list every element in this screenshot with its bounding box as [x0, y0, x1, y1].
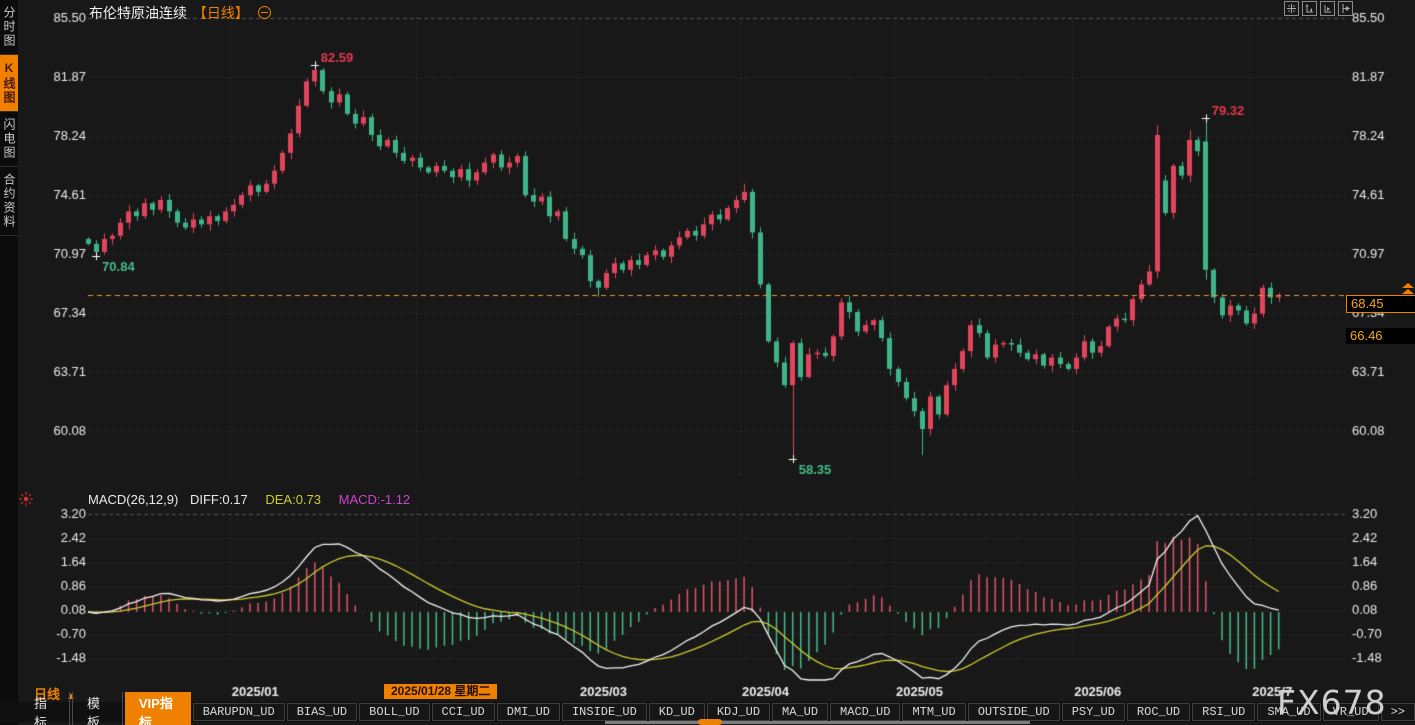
collapse-panel-icon[interactable]	[258, 6, 271, 19]
indicator-button-psy_ud[interactable]: PSY_UD	[1062, 703, 1125, 721]
sidebar-tab-contract-info[interactable]: 合约资料	[0, 167, 18, 236]
indicator-button-list: BARUPDN_UDBIAS_UDBOLL_UDCCI_UDDMI_UDINSI…	[193, 703, 1379, 721]
chart-canvas[interactable]	[0, 0, 1415, 701]
indicator-button-ma_ud[interactable]: MA_UD	[772, 703, 828, 721]
scale-x-axis-icon[interactable]	[1320, 1, 1335, 16]
chart-type-sidebar: 分时图 K线图 闪电图 合约资料	[0, 0, 18, 725]
fx678-watermark: FX678	[1277, 683, 1387, 722]
jump-to-latest-button[interactable]	[1402, 283, 1414, 295]
indicator-button-macd_ud[interactable]: MACD_UD	[830, 703, 900, 721]
macd-dea-value: DEA:0.73	[265, 492, 321, 507]
go-latest-icon[interactable]	[1338, 1, 1353, 16]
indicator-button-inside_ud[interactable]: INSIDE_UD	[562, 703, 647, 721]
pan-crosshair-icon[interactable]	[1284, 1, 1299, 16]
sidebar-tab-lightning-chart[interactable]: 闪电图	[0, 112, 18, 167]
indicator-button-mtm_ud[interactable]: MTM_UD	[902, 703, 965, 721]
indicator-button-cci_ud[interactable]: CCI_UD	[432, 703, 495, 721]
indicator-button-kd_ud[interactable]: KD_UD	[649, 703, 705, 721]
period-badge: 【日线】	[193, 5, 249, 21]
chart-toolbar-icons	[1284, 1, 1353, 16]
tab-vip-indicators[interactable]: VIP指标	[125, 692, 191, 725]
tab-templates[interactable]: 模板	[72, 692, 123, 725]
secondary-price-tag: 66.46	[1346, 328, 1415, 344]
sidebar-tab-kline-chart[interactable]: K线图	[0, 55, 18, 112]
scale-y-axis-icon[interactable]	[1302, 1, 1317, 16]
indicator-button-outside_ud[interactable]: OUTSIDE_UD	[968, 703, 1060, 721]
horizontal-scrollbar-track[interactable]	[605, 721, 1030, 724]
indicator-button-rsi_ud[interactable]: RSI_UD	[1192, 703, 1255, 721]
tab-indicators[interactable]: 指标	[20, 692, 70, 725]
indicator-alert-icon[interactable]	[19, 492, 33, 506]
indicator-button-boll_ud[interactable]: BOLL_UD	[359, 703, 429, 721]
macd-params: MACD(26,12,9)	[88, 492, 178, 507]
selected-date-badge: 2025/01/28 星期二	[384, 684, 497, 699]
macd-hist-value: MACD:-1.12	[339, 492, 411, 507]
sidebar-tab-timeline-chart[interactable]: 分时图	[0, 0, 18, 55]
trading-app-window: 分时图 K线图 闪电图 合约资料 布伦特原油连续 【日线】 MACD(26,12…	[0, 0, 1415, 725]
indicator-button-barupdn_ud[interactable]: BARUPDN_UD	[193, 703, 285, 721]
horizontal-scrollbar-thumb[interactable]	[698, 719, 722, 725]
indicator-button-dmi_ud[interactable]: DMI_UD	[497, 703, 560, 721]
macd-diff-value: DIFF:0.17	[190, 492, 248, 507]
indicator-button-roc_ud[interactable]: ROC_UD	[1127, 703, 1190, 721]
chart-title: 布伦特原油连续 【日线】	[89, 3, 271, 23]
current-price-tag: 68.45	[1346, 295, 1415, 313]
indicator-button-bias_ud[interactable]: BIAS_UD	[287, 703, 357, 721]
macd-legend: MACD(26,12,9) DIFF:0.17 DEA:0.73 MACD:-1…	[88, 492, 410, 507]
symbol-name: 布伦特原油连续	[89, 5, 187, 21]
